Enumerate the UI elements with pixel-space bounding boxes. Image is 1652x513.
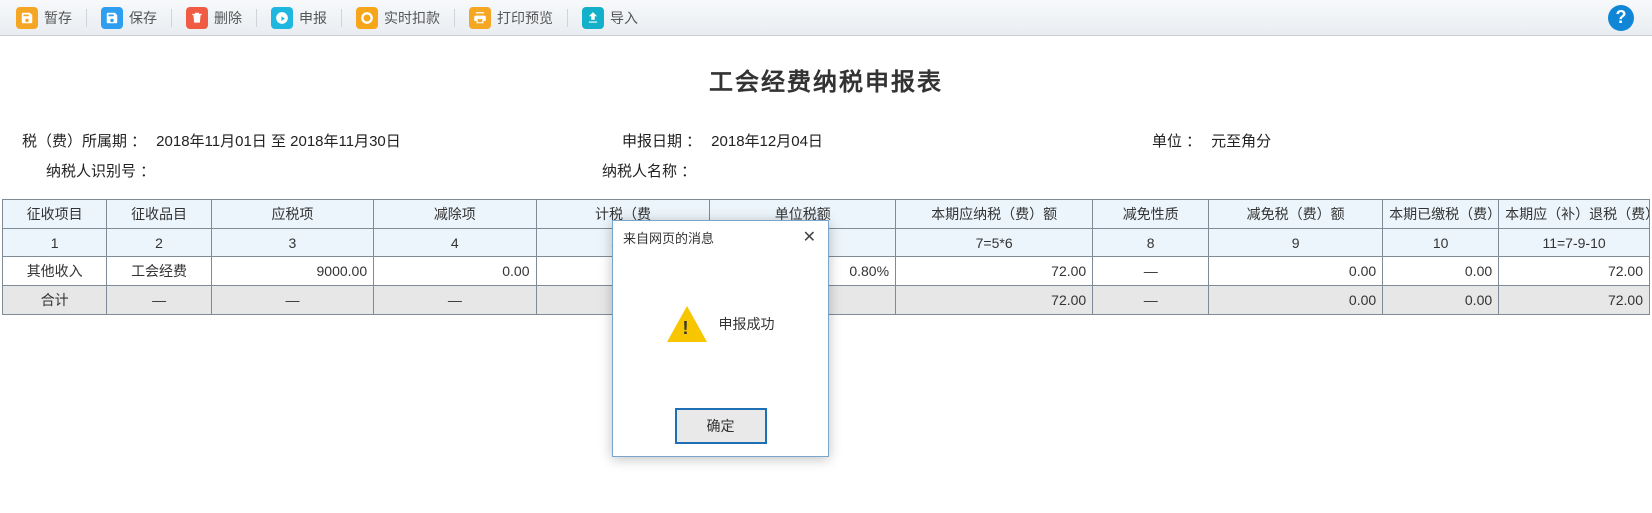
dialog-footer: 确定 [613, 396, 828, 456]
toolbar-label: 删除 [214, 8, 242, 28]
unit-value: 元至角分 [1211, 130, 1271, 151]
toolbar-stash-button[interactable]: 暂存 [10, 5, 78, 31]
toolbar-separator [86, 9, 87, 27]
th-col-4: 减除项 [374, 200, 536, 229]
toolbar-label: 申报 [299, 8, 327, 28]
unit-label: 单位 ： [1152, 130, 1201, 151]
delete-icon [186, 7, 208, 29]
taxpayer-id-label: 纳税人识别号 ： [46, 160, 155, 181]
cell-total-c7: 72.00 [896, 286, 1093, 315]
idx-10: 10 [1383, 229, 1499, 257]
toolbar-separator [454, 9, 455, 27]
idx-1: 1 [3, 229, 107, 257]
toolbar-label: 暂存 [44, 8, 72, 28]
toolbar-pay-button[interactable]: 实时扣款 [350, 5, 446, 31]
cell-total-c1: 合计 [3, 286, 107, 315]
period-label: 税（费）所属期 ： [22, 130, 146, 151]
cell-r1c3[interactable]: 9000.00 [211, 257, 373, 286]
toolbar-help-wrap: ? [1608, 5, 1634, 31]
warning-icon [667, 306, 707, 342]
cell-total-c8: — [1093, 286, 1209, 315]
cell-total-c11: 72.00 [1499, 286, 1650, 315]
idx-3: 3 [211, 229, 373, 257]
th-col-11: 本期应（补）退税（费）额 [1499, 200, 1650, 229]
toolbar-save-button[interactable]: 保存 [95, 5, 163, 31]
save-icon [101, 7, 123, 29]
th-col-9: 减免税（费）额 [1209, 200, 1383, 229]
idx-8: 8 [1093, 229, 1209, 257]
cell-r1c8: — [1093, 257, 1209, 286]
toolbar-separator [256, 9, 257, 27]
cell-r1c10[interactable]: 0.00 [1383, 257, 1499, 286]
toolbar-label: 导入 [610, 8, 638, 28]
cell-r1c11: 72.00 [1499, 257, 1650, 286]
toolbar-label: 保存 [129, 8, 157, 28]
dialog-message: 申报成功 [719, 314, 775, 334]
alert-dialog: 来自网页的消息 ✕ 申报成功 确定 [612, 220, 829, 457]
print-icon [469, 7, 491, 29]
cell-total-c4: — [374, 286, 536, 315]
toolbar-separator [567, 9, 568, 27]
th-col-7: 本期应纳税（费）额 [896, 200, 1093, 229]
help-icon[interactable]: ? [1608, 5, 1634, 31]
meta-block: 税（费）所属期 ： 2018年11月01日 至 2018年11月30日 纳税人识… [0, 97, 1652, 193]
declare-date-label: 申报日期 ： [622, 130, 701, 151]
period-value: 2018年11月01日 至 2018年11月30日 [156, 130, 401, 151]
idx-9: 9 [1209, 229, 1383, 257]
dialog-header: 来自网页的消息 ✕ [613, 221, 828, 251]
th-col-3: 应税项 [211, 200, 373, 229]
declare-date-value: 2018年12月04日 [711, 130, 823, 151]
toolbar-declare-button[interactable]: 申报 [265, 5, 333, 31]
cell-r1c9[interactable]: 0.00 [1209, 257, 1383, 286]
import-icon [582, 7, 604, 29]
cell-r1c1: 其他收入 [3, 257, 107, 286]
declare-icon [271, 7, 293, 29]
th-col-2: 征收品目 [107, 200, 211, 229]
cell-total-c3: — [211, 286, 373, 315]
page-title: 工会经费纳税申报表 [0, 62, 1652, 97]
cell-total-c10: 0.00 [1383, 286, 1499, 315]
cell-total-c2: — [107, 286, 211, 315]
th-col-8: 减免性质 [1093, 200, 1209, 229]
idx-2: 2 [107, 229, 211, 257]
idx-7: 7=5*6 [896, 229, 1093, 257]
cell-r1c4[interactable]: 0.00 [374, 257, 536, 286]
toolbar-separator [171, 9, 172, 27]
toolbar-delete-button[interactable]: 删除 [180, 5, 248, 31]
toolbar-separator [341, 9, 342, 27]
ok-button[interactable]: 确定 [675, 408, 767, 444]
cell-r1c7: 72.00 [896, 257, 1093, 286]
idx-4: 4 [374, 229, 536, 257]
toolbar-import-button[interactable]: 导入 [576, 5, 644, 31]
toolbar-label: 打印预览 [497, 8, 553, 28]
cell-r1c2: 工会经费 [107, 257, 211, 286]
close-icon[interactable]: ✕ [799, 227, 820, 247]
taxpayer-name-label: 纳税人名称 ： [602, 160, 696, 181]
toolbar: 暂存 保存 删除 申报 实时扣款 打印预览 [0, 0, 1652, 36]
cell-total-c9: 0.00 [1209, 286, 1383, 315]
idx-11: 11=7-9-10 [1499, 229, 1650, 257]
pay-icon [356, 7, 378, 29]
save-draft-icon [16, 7, 38, 29]
th-col-10: 本期已缴税（费）额 [1383, 200, 1499, 229]
dialog-title: 来自网页的消息 [623, 228, 714, 247]
toolbar-print-button[interactable]: 打印预览 [463, 5, 559, 31]
dialog-body: 申报成功 [613, 251, 828, 396]
th-col-1: 征收项目 [3, 200, 107, 229]
toolbar-label: 实时扣款 [384, 8, 440, 28]
